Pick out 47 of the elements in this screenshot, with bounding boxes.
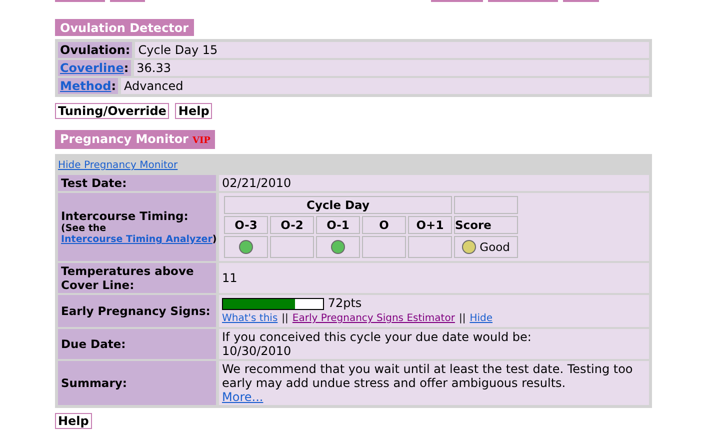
tool-button[interactable]: Tuning/Override (55, 103, 170, 119)
tab-edge[interactable] (55, 0, 105, 2)
label-colon: : (125, 43, 130, 57)
row-value: Advanced (121, 78, 649, 94)
more-link[interactable]: More... (222, 390, 264, 404)
hide-link[interactable]: Hide Pregnancy Monitor (58, 160, 178, 171)
points-value: 72pts (328, 296, 362, 310)
row-label: Early Pregnancy Signs: (58, 295, 216, 327)
table-header: O-1 (316, 216, 360, 234)
table-header: O+1 (408, 216, 452, 234)
label-link[interactable]: Coverline (60, 61, 124, 75)
row-label: Temperatures above Cover Line: (58, 263, 216, 293)
text-link[interactable]: Hide (470, 313, 493, 324)
row-value: 36.33 (134, 60, 649, 76)
table-header: Cycle Day (224, 196, 452, 214)
analyzer-link[interactable]: Intercourse Timing Analyzer (61, 234, 212, 245)
link-separator: || (282, 313, 288, 324)
due-date-text: If you conceived this cycle your due date would be: (222, 330, 532, 344)
row-label: Due Date: (58, 329, 216, 359)
row-label: Intercourse Timing: (61, 209, 190, 223)
tool-button[interactable]: Help (175, 103, 212, 119)
summary-text: We recommend that you wait until at least the test date. Testing too early may add undue stress and offer ambiguous results. (222, 362, 634, 390)
tab-edge[interactable] (431, 0, 483, 2)
row-label: Ovulation (60, 43, 126, 57)
due-date-value: 10/30/2010 (222, 344, 292, 358)
tab-edge[interactable] (110, 0, 145, 2)
label-colon: : (124, 61, 129, 75)
help-button[interactable]: Help (55, 413, 92, 429)
label-link[interactable]: Method (60, 79, 112, 93)
score-value: Good (480, 240, 510, 254)
row-value: 02/21/2010 (219, 175, 649, 191)
row-label: Summary: (58, 361, 216, 405)
row-value: 11 (219, 263, 649, 293)
row-value: Cycle Day 15 (135, 42, 649, 58)
table-header: O-2 (270, 216, 314, 234)
text-link[interactable]: Early Pregnancy Signs Estimator (292, 313, 455, 324)
table-header: O (362, 216, 406, 234)
label-colon: : (111, 79, 116, 93)
section-title: Ovulation Detector (55, 19, 194, 36)
tab-edge[interactable] (563, 0, 599, 2)
tab-edge[interactable] (488, 0, 558, 2)
link-separator: || (458, 313, 466, 324)
section-title: Pregnancy Monitor VIP (55, 130, 216, 149)
row-label: Test Date: (58, 175, 216, 191)
text-link[interactable]: What's this (222, 313, 278, 324)
table-header: O-3 (224, 216, 268, 234)
table-header: Score (454, 216, 518, 234)
